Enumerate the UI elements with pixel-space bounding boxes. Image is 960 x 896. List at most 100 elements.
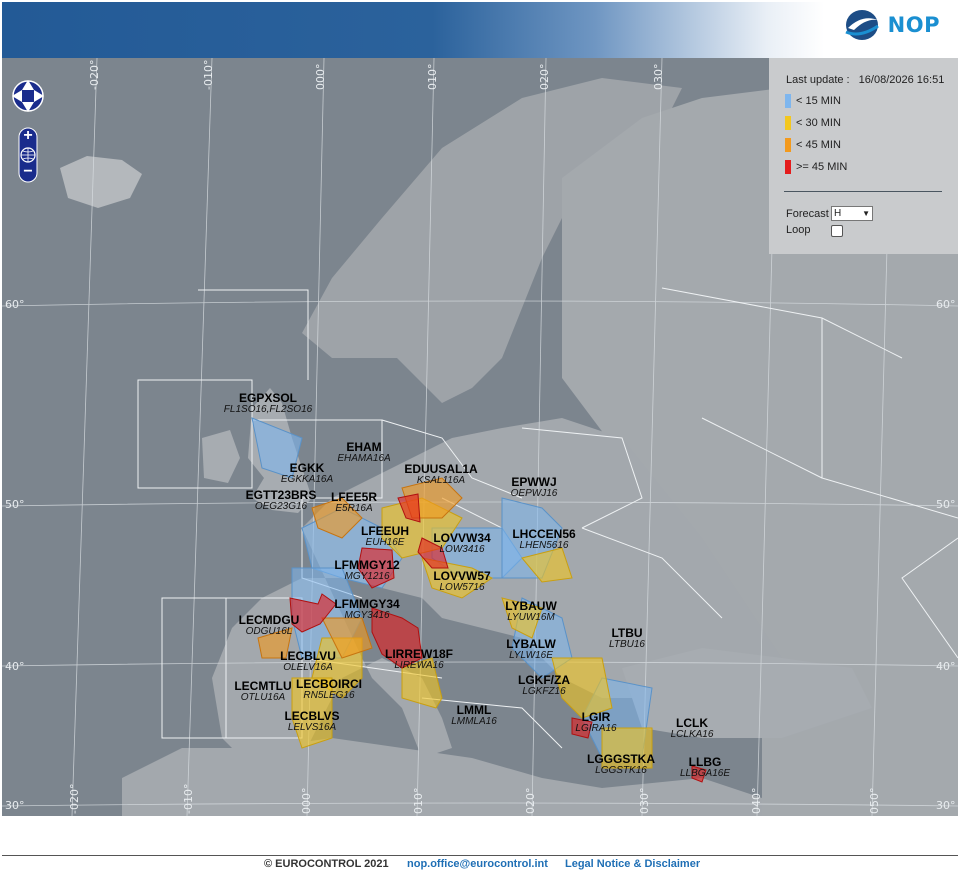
nop-logo[interactable]: NOP <box>844 8 940 42</box>
regulation-id: EUH16E <box>365 537 405 548</box>
regulation-id: LGIRA16 <box>575 723 617 734</box>
email-link[interactable]: nop.office@eurocontrol.int <box>407 858 548 870</box>
regulation-code: EGTT23BRS <box>245 488 317 502</box>
latitude-label: 60° <box>936 298 956 311</box>
legend-item-label: < 45 MIN <box>796 139 841 151</box>
regulation-code: LTBU <box>611 626 643 640</box>
map-area[interactable]: -020° -010° 000° 010° 020° 030° 040° -020° -010°… <box>2 58 958 816</box>
regulation-code: EDUUSAL1A <box>404 462 478 476</box>
regulation-code: EPWWJ <box>511 475 557 489</box>
regulation-label[interactable]: LHCCEN56 LHEN5616 <box>512 528 575 552</box>
latitude-label: 30° <box>5 799 25 812</box>
legend-item-label: < 30 MIN <box>796 117 841 129</box>
regulation-id: LTBU16 <box>609 639 645 650</box>
regulation-id: LYLW16E <box>509 650 553 661</box>
longitude-label: 050° <box>868 787 881 815</box>
legend-item: < 15 MIN <box>785 94 841 108</box>
regulation-label[interactable]: LCLK LCLKA16 <box>671 717 714 741</box>
regulation-label[interactable]: EHAM EHAMA16A <box>337 441 390 465</box>
regulation-code: LMML <box>456 703 492 717</box>
regulation-id: EGKKA16A <box>280 474 334 485</box>
regulation-id: LYUW16M <box>507 612 555 623</box>
regulation-label[interactable]: EGKK EGKKA16A <box>281 462 333 486</box>
regulation-label[interactable]: LOVVW57 LOW5716 <box>433 570 490 594</box>
regulation-code: LLBG <box>688 755 722 769</box>
longitude-label: 020° <box>538 63 551 91</box>
regulation-id: OTLU16A <box>240 692 286 703</box>
legend-swatch <box>785 138 791 152</box>
regulation-label[interactable]: LIRREW18F LIREWA16 <box>385 648 453 672</box>
regulation-code: LIRREW18F <box>384 647 454 661</box>
regulation-code: LCLK <box>676 716 708 730</box>
longitude-label: 020° <box>524 787 537 815</box>
regulation-id: LGKFZ16 <box>522 686 566 697</box>
regulation-id: LMMLA16 <box>451 716 497 727</box>
latitude-label: 50° <box>5 498 25 511</box>
regulation-label[interactable]: LFMMGY34 MGY3416 <box>334 598 399 622</box>
regulation-label[interactable]: LYBALW LYLW16E <box>506 638 556 662</box>
legend-item: >= 45 MIN <box>785 160 847 174</box>
regulation-label[interactable]: LECBLVU OLELV16A <box>280 650 336 674</box>
regulation-id: LIREWA16 <box>394 660 444 671</box>
zoom-in-button[interactable]: + <box>22 128 34 144</box>
regulation-label[interactable]: LLBG LLBGA16E <box>680 756 730 780</box>
regulation-code: LHCCEN56 <box>512 527 576 541</box>
regulation-label[interactable]: LGIR LGIRA16 <box>575 711 616 735</box>
regulation-label[interactable]: LGGGSTKA LGGSTK16 <box>587 753 655 777</box>
regulation-code: EHAM <box>346 440 382 454</box>
regulation-label[interactable]: LECBOIRCI RN5LEG16 <box>296 678 362 702</box>
forecast-select[interactable]: H ▼ <box>831 206 873 221</box>
regulation-label[interactable]: LECMDGU ODGU16L <box>239 614 300 638</box>
longitude-label: 030° <box>638 787 651 815</box>
regulation-label[interactable]: LTBU LTBU16 <box>609 627 645 651</box>
regulation-label[interactable]: LYBAUW LYUW16M <box>505 600 557 624</box>
legend-swatch <box>785 160 791 174</box>
regulation-label[interactable]: LMML LMMLA16 <box>451 704 497 728</box>
regulation-label[interactable]: LFEEUH EUH16E <box>361 525 409 549</box>
loop-checkbox[interactable] <box>831 225 843 237</box>
regulation-label[interactable]: LECBLVS LELVS16A <box>284 710 339 734</box>
regulation-code: LGIR <box>581 710 611 724</box>
last-update: Last update : 16/08/2026 16:51 <box>786 74 950 86</box>
longitude-label: -020° <box>88 59 101 90</box>
regulation-code: LFMMGY12 <box>334 558 400 572</box>
regulation-id: RN5LEG16 <box>303 690 355 701</box>
map-navigation: + − <box>10 68 50 191</box>
regulation-id: OLELV16A <box>283 662 333 673</box>
regulation-label[interactable]: LECMTLU OTLU16A <box>234 680 291 704</box>
legend-swatch <box>785 116 791 130</box>
regulation-code: LECBLVU <box>280 649 336 663</box>
regulation-code: LFEEUH <box>361 524 409 538</box>
regulation-id: LGGSTK16 <box>595 765 647 776</box>
regulation-label[interactable]: EPWWJ OEPWJ16 <box>511 476 558 500</box>
regulation-label[interactable]: EGTT23BRS OEG23G16 <box>246 489 317 513</box>
regulation-label[interactable]: LFMMGY12 MGY1216 <box>334 559 399 583</box>
last-update-label: Last update : <box>786 74 850 86</box>
forecast-value: H <box>834 208 842 219</box>
regulation-id: FL1SO16,FL2SO16 <box>223 404 313 415</box>
zoom-out-button[interactable]: − <box>22 164 34 180</box>
eurocontrol-logo-icon <box>845 10 879 40</box>
longitude-label: 040° <box>750 787 763 815</box>
regulation-label[interactable]: EGPXSOL FL1SO16,FL2SO16 <box>224 392 312 416</box>
regulation-code: LYBAUW <box>505 599 557 613</box>
regulation-label[interactable]: LFEE5R E5R16A <box>331 491 377 515</box>
regulation-label[interactable]: LOVVW34 LOW3416 <box>433 532 490 556</box>
regulation-label[interactable]: EDUUSAL1A KSAL116A <box>404 463 477 487</box>
last-update-value: 16/08/2026 16:51 <box>858 74 945 86</box>
regulation-id: MGY1216 <box>344 571 390 582</box>
header-banner: NOP <box>2 2 958 58</box>
longitude-label: 000° <box>300 787 313 815</box>
legend-panel: Last update : 16/08/2026 16:51 < 15 MIN <… <box>769 58 958 254</box>
latitude-label: 40° <box>936 660 956 673</box>
regulation-id: MGY3416 <box>344 610 390 621</box>
regulation-id: EHAMA16A <box>337 453 391 464</box>
regulation-code: LECBLVS <box>284 709 340 723</box>
longitude-label: 010° <box>412 787 425 815</box>
regulation-id: LHEN5616 <box>519 540 569 551</box>
longitude-label: -010° <box>182 783 195 814</box>
legal-notice-link[interactable]: Legal Notice & Disclaimer <box>565 858 700 870</box>
regulation-code: LFEE5R <box>330 490 378 504</box>
legend-item: < 30 MIN <box>785 116 841 130</box>
regulation-label[interactable]: LGKF/ZA LGKFZ16 <box>518 674 570 698</box>
